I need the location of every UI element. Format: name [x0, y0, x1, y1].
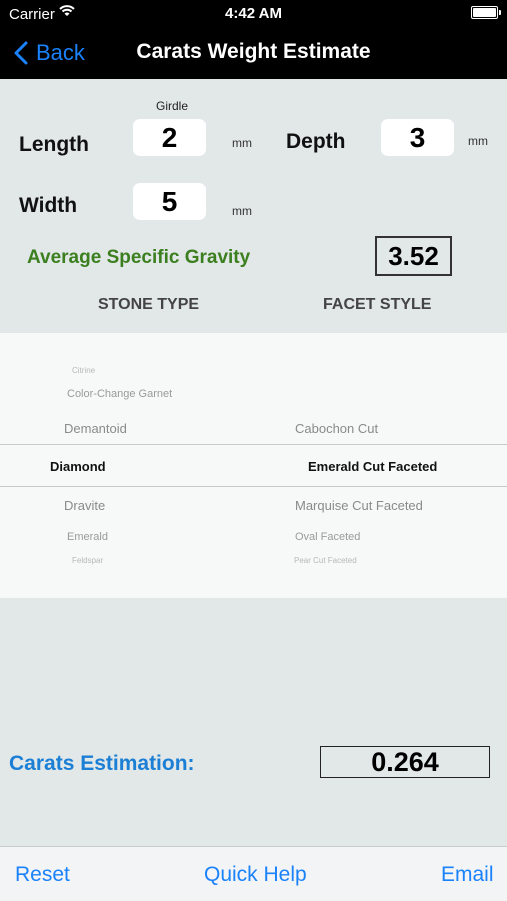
specific-gravity-label: Average Specific Gravity [27, 247, 251, 268]
quick-help-button[interactable]: Quick Help [204, 863, 307, 887]
selection-line-top [0, 444, 507, 445]
bottom-toolbar: Reset Quick Help Email [0, 846, 507, 901]
email-button[interactable]: Email [441, 863, 494, 887]
length-label: Length [19, 133, 89, 156]
stone-option[interactable]: Demantoid [64, 421, 127, 436]
stone-type-header: STONE TYPE [98, 296, 200, 313]
depth-unit: mm [468, 134, 488, 148]
width-input[interactable]: 5 [133, 183, 206, 220]
specific-gravity-value: 3.52 [375, 236, 452, 276]
selection-line-bottom [0, 486, 507, 487]
reset-button[interactable]: Reset [15, 863, 70, 887]
facet-option-selected[interactable]: Emerald Cut Faceted [308, 459, 437, 474]
length-unit: mm [232, 136, 252, 150]
width-label: Width [19, 194, 78, 217]
stone-facet-picker[interactable]: Citrine Color-Change Garnet Demantoid Di… [0, 333, 507, 598]
battery-icon [471, 6, 501, 19]
width-unit: mm [232, 204, 252, 218]
stone-option[interactable]: Color-Change Garnet [67, 388, 172, 400]
stone-option[interactable]: Citrine [72, 366, 95, 375]
carats-estimation-value: 0.264 [320, 746, 490, 778]
facet-option[interactable]: Pear Cut Faceted [294, 556, 357, 565]
stone-option[interactable]: Dravite [64, 498, 105, 513]
length-input[interactable]: 2 [133, 119, 206, 156]
facet-style-header: FACET STYLE [323, 296, 432, 313]
stone-option-selected[interactable]: Diamond [50, 459, 106, 474]
stone-option[interactable]: Feldspar [72, 556, 103, 565]
depth-input[interactable]: 3 [381, 119, 454, 156]
facet-option[interactable]: Cabochon Cut [295, 421, 378, 436]
depth-label: Depth [286, 130, 346, 153]
facet-option[interactable]: Marquise Cut Faceted [295, 498, 423, 513]
page-title: Carats Weight Estimate [136, 40, 371, 63]
girdle-label: Girdle [156, 99, 189, 113]
facet-option[interactable]: Oval Faceted [295, 531, 360, 543]
status-time: 4:42 AM [225, 5, 282, 22]
carats-estimation-label: Carats Estimation: [9, 752, 195, 775]
top-bar: Carrier 4:42 AM Back Carats Weight Estim… [0, 0, 507, 79]
stone-option[interactable]: Emerald [67, 531, 108, 543]
